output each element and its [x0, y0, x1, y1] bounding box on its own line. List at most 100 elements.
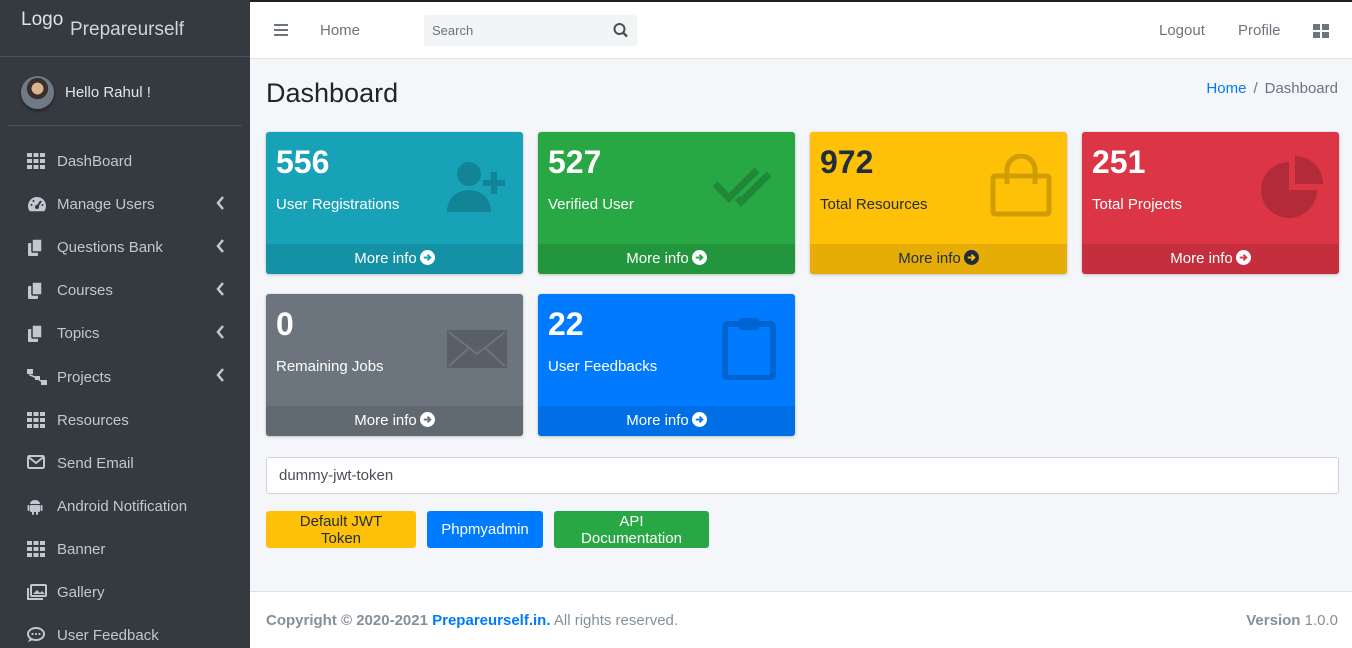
user-plus-icon — [447, 162, 505, 212]
sidebar-item-label: Banner — [57, 541, 106, 558]
sidebar-item-gallery[interactable]: Gallery — [8, 571, 242, 614]
sidebar-item-manage-users[interactable]: Manage Users — [8, 183, 242, 226]
jwt-token-input[interactable] — [266, 457, 1339, 494]
stat-value: 0 — [276, 306, 294, 342]
sidebar-item-label: Topics — [57, 325, 100, 342]
sidebar-item-label: Android Notification — [57, 498, 188, 515]
sidebar-item-projects[interactable]: Projects — [8, 355, 242, 399]
more-info-link[interactable]: More info — [538, 406, 795, 436]
images-icon — [27, 583, 47, 602]
breadcrumb-separator: / — [1253, 80, 1258, 97]
arrow-circle-right-icon — [419, 250, 435, 265]
phpmyadmin-button[interactable]: Phpmyadmin — [427, 511, 543, 548]
stat-value: 251 — [1092, 144, 1146, 180]
shopping-bag-icon — [990, 154, 1052, 217]
more-info-link[interactable]: More info — [1082, 244, 1339, 274]
sidebar-item-label: Manage Users — [57, 196, 155, 213]
search-form — [424, 15, 637, 46]
sidebar-item-label: User Feedback — [57, 627, 159, 644]
pie-chart-icon — [1261, 156, 1323, 218]
sidebar-item-questions-bank[interactable]: Questions Bank — [8, 226, 242, 269]
default-jwt-token-button[interactable]: Default JWT Token — [266, 511, 416, 548]
stat-value: 556 — [276, 144, 330, 180]
footer-version: Version 1.0.0 — [1246, 612, 1338, 629]
stat-card-verified-user: 527 Verified User More info — [538, 132, 795, 274]
grid-icon — [27, 152, 47, 171]
sidebar: Logo Prepareurself Hello Rahul ! DashBoa… — [0, 0, 250, 648]
footer-site-link[interactable]: Prepareurself.in. — [432, 612, 550, 629]
breadcrumb-home-link[interactable]: Home — [1206, 80, 1246, 97]
user-greeting[interactable]: Hello Rahul ! — [65, 84, 151, 101]
footer: Copyright © 2020-2021 Prepareurself.in. … — [250, 591, 1352, 648]
arrow-circle-right-icon — [691, 412, 707, 427]
grid-icon — [27, 540, 47, 559]
sidebar-item-label: Questions Bank — [57, 239, 163, 256]
more-info-link[interactable]: More info — [266, 406, 523, 436]
stat-label: Total Projects — [1092, 196, 1183, 213]
more-info-label: More info — [354, 412, 417, 429]
profile-link[interactable]: Profile — [1238, 22, 1281, 39]
apps-grid-icon[interactable] — [1313, 24, 1329, 38]
copy-icon — [27, 280, 47, 300]
rights-text: All rights reserved. — [553, 612, 679, 629]
sidebar-item-label: Send Email — [57, 455, 134, 472]
sidebar-item-send-email[interactable]: Send Email — [8, 442, 242, 485]
sidebar-item-topics[interactable]: Topics — [8, 312, 242, 355]
stat-card-total-resources: 972 Total Resources More info — [810, 132, 1067, 274]
chevron-left-icon — [216, 368, 224, 382]
search-button[interactable] — [604, 15, 637, 46]
more-info-label: More info — [626, 250, 689, 267]
sidebar-item-android-notification[interactable]: Android Notification — [8, 485, 242, 528]
sidebar-item-dashboard[interactable]: DashBoard — [8, 140, 242, 183]
nav-home-link[interactable]: Home — [320, 22, 360, 39]
copy-icon — [27, 237, 47, 257]
stat-value: 527 — [548, 144, 602, 180]
search-input[interactable] — [424, 15, 604, 46]
arrow-circle-right-icon — [963, 250, 979, 265]
brand-name[interactable]: Prepareurself — [70, 19, 184, 41]
stat-label: Remaining Jobs — [276, 358, 384, 375]
stat-card-user-feedbacks: 22 User Feedbacks More info — [538, 294, 795, 436]
stat-card-total-projects: 251 Total Projects More info — [1082, 132, 1339, 274]
chevron-left-icon — [216, 325, 224, 339]
more-info-label: More info — [1170, 250, 1233, 267]
more-info-link[interactable]: More info — [538, 244, 795, 274]
check-double-icon — [712, 167, 772, 207]
sidebar-item-courses[interactable]: Courses — [8, 269, 242, 312]
android-icon — [27, 498, 47, 516]
chevron-left-icon — [216, 282, 224, 296]
sidebar-item-label: Gallery — [57, 584, 105, 601]
sidebar-item-resources[interactable]: Resources — [8, 399, 242, 442]
api-documentation-button[interactable]: API Documentation — [554, 511, 709, 548]
avatar[interactable] — [21, 76, 54, 109]
footer-copyright: Copyright © 2020-2021 Prepareurself.in. … — [266, 612, 678, 629]
sidebar-item-user-feedback[interactable]: User Feedback — [8, 614, 242, 648]
sidebar-item-label: Courses — [57, 282, 113, 299]
brand-logo[interactable]: Logo — [21, 9, 63, 31]
version-value: 1.0.0 — [1304, 612, 1338, 629]
user-panel: Hello Rahul ! — [8, 58, 242, 126]
breadcrumb-current: Dashboard — [1264, 80, 1338, 97]
copyright-text: Copyright © 2020-2021 — [266, 612, 428, 629]
sidebar-nav: DashBoard Manage Users Questions Bank Co… — [8, 140, 242, 648]
logout-link[interactable]: Logout — [1159, 22, 1205, 39]
arrow-circle-right-icon — [1235, 250, 1251, 265]
breadcrumb: Home / Dashboard — [1206, 80, 1338, 97]
more-info-label: More info — [898, 250, 961, 267]
top-navbar: Home Logout Profile — [250, 0, 1352, 59]
more-info-label: More info — [354, 250, 417, 267]
page-title: Dashboard — [266, 78, 399, 108]
stat-card-remaining-jobs: 0 Remaining Jobs More info — [266, 294, 523, 436]
more-info-link[interactable]: More info — [266, 244, 523, 274]
menu-toggle-icon[interactable] — [274, 24, 288, 36]
sitemap-icon — [27, 368, 47, 386]
clipboard-icon — [722, 318, 776, 380]
envelope-icon — [27, 454, 47, 473]
sidebar-item-label: Resources — [57, 412, 129, 429]
more-info-link[interactable]: More info — [810, 244, 1067, 274]
stat-value: 972 — [820, 144, 874, 180]
sidebar-item-label: Projects — [57, 368, 112, 386]
brand[interactable]: Logo Prepareurself — [0, 0, 250, 57]
stat-value: 22 — [548, 306, 584, 342]
sidebar-item-banner[interactable]: Banner — [8, 528, 242, 571]
